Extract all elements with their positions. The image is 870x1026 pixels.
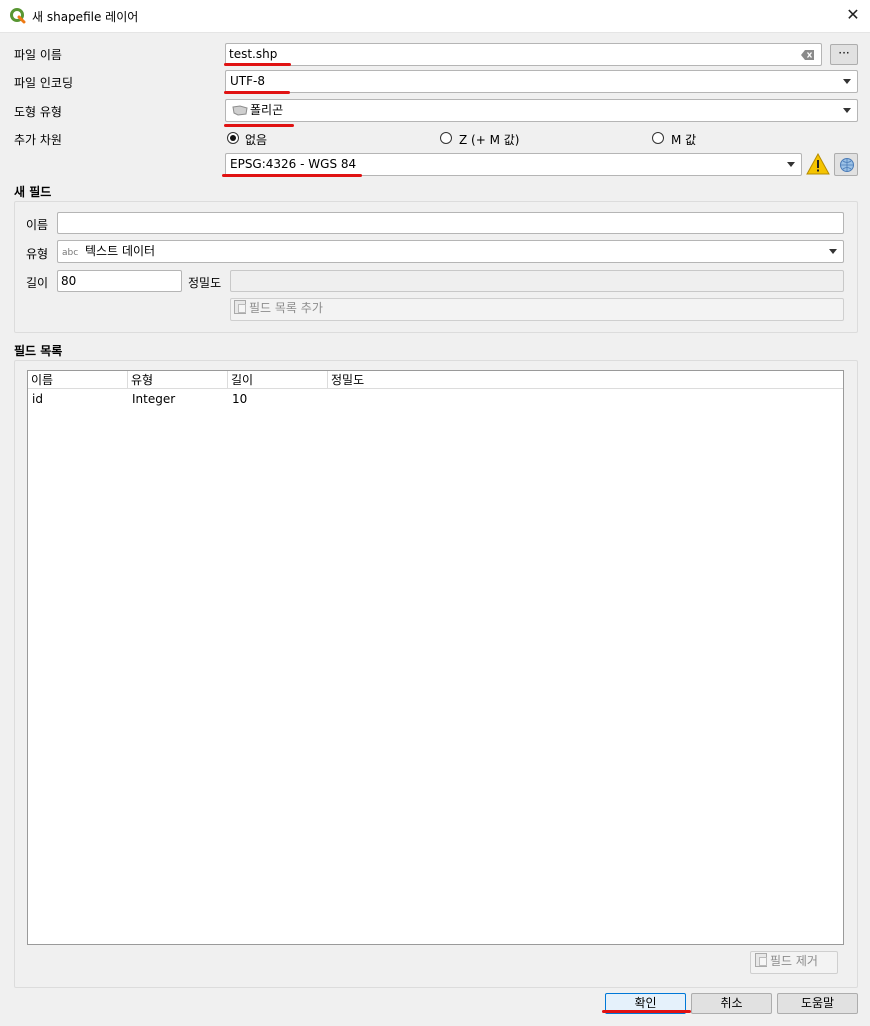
encoding-combo[interactable]: UTF-8 <box>225 70 858 93</box>
encoding-value: UTF-8 <box>230 74 265 88</box>
globe-icon <box>840 158 854 172</box>
field-list-table[interactable]: 이름 유형 길이 정밀도 id Integer 10 <box>27 370 844 945</box>
column-header-type[interactable]: 유형 <box>128 371 228 389</box>
column-header-length[interactable]: 길이 <box>228 371 328 389</box>
annotation-underline <box>224 91 290 94</box>
chevron-down-icon <box>843 79 851 84</box>
file-name-input[interactable]: test.shp <box>225 43 822 66</box>
table-cell: 10 <box>232 392 248 406</box>
chevron-down-icon <box>843 108 851 113</box>
field-type-value: 텍스트 데이터 <box>85 244 156 258</box>
annotation-underline <box>224 124 294 127</box>
field-precision-input[interactable] <box>230 270 844 292</box>
remove-field-button[interactable]: 필드 제거 <box>750 951 838 974</box>
annotation-underline <box>224 63 291 66</box>
crs-value: EPSG:4326 - WGS 84 <box>230 157 357 171</box>
browse-button[interactable]: ··· <box>830 44 858 65</box>
add-to-field-list-label: 필드 목록 추가 <box>249 301 323 315</box>
chevron-down-icon <box>829 249 837 254</box>
field-length-label: 길이 <box>26 276 49 290</box>
field-name-label: 이름 <box>26 218 49 232</box>
field-precision-label: 정밀도 <box>188 276 222 290</box>
radio-m[interactable] <box>652 132 664 144</box>
clear-icon[interactable] <box>801 50 815 60</box>
field-type-label: 유형 <box>26 247 49 261</box>
add-to-field-list-button[interactable]: 필드 목록 추가 <box>230 298 844 321</box>
radio-z-m-label: Z (+ M 값) <box>459 133 520 147</box>
table-cell: Integer <box>132 392 176 406</box>
title-bar: 새 shapefile 레이어 ✕ <box>0 0 870 33</box>
file-name-label: 파일 이름 <box>14 48 62 62</box>
annotation-underline <box>602 1010 691 1013</box>
column-header-name[interactable]: 이름 <box>28 371 128 389</box>
geometry-label: 도형 유형 <box>14 105 62 119</box>
cancel-button[interactable]: 취소 <box>691 993 772 1014</box>
field-list-title: 필드 목록 <box>14 344 63 358</box>
radio-m-label: M 값 <box>671 133 697 147</box>
geometry-combo[interactable]: 폴리곤 <box>225 99 858 122</box>
help-button[interactable]: 도움말 <box>777 993 858 1014</box>
add-field-icon <box>234 300 246 314</box>
encoding-label: 파일 인코딩 <box>14 76 74 90</box>
table-cell: id <box>32 392 43 406</box>
remove-field-label: 필드 제거 <box>770 954 818 968</box>
crs-combo[interactable]: EPSG:4326 - WGS 84 <box>225 153 802 176</box>
chevron-down-icon <box>787 162 795 167</box>
table-cell <box>328 390 428 408</box>
field-name-input[interactable] <box>57 212 844 234</box>
field-type-combo[interactable]: abc 텍스트 데이터 <box>57 240 844 263</box>
field-length-input[interactable]: 80 <box>57 270 182 292</box>
radio-none-label: 없음 <box>245 133 268 147</box>
annotation-underline <box>222 174 362 177</box>
window-title: 새 shapefile 레이어 <box>32 10 139 24</box>
polygon-icon <box>232 105 248 116</box>
dimensions-label: 추가 차원 <box>14 133 62 147</box>
text-type-icon: abc <box>62 248 79 258</box>
warning-icon <box>806 153 830 175</box>
radio-z-m[interactable] <box>440 132 452 144</box>
remove-field-icon <box>755 953 767 967</box>
geometry-value: 폴리곤 <box>250 103 284 117</box>
qgis-logo-icon <box>10 8 26 24</box>
close-button[interactable]: ✕ <box>842 4 864 26</box>
radio-none[interactable] <box>227 132 239 144</box>
select-crs-button[interactable] <box>834 153 858 176</box>
field-length-value: 80 <box>61 274 77 288</box>
new-field-title: 새 필드 <box>14 185 52 199</box>
column-header-precision[interactable]: 정밀도 <box>328 371 843 389</box>
file-name-value: test.shp <box>229 47 278 61</box>
